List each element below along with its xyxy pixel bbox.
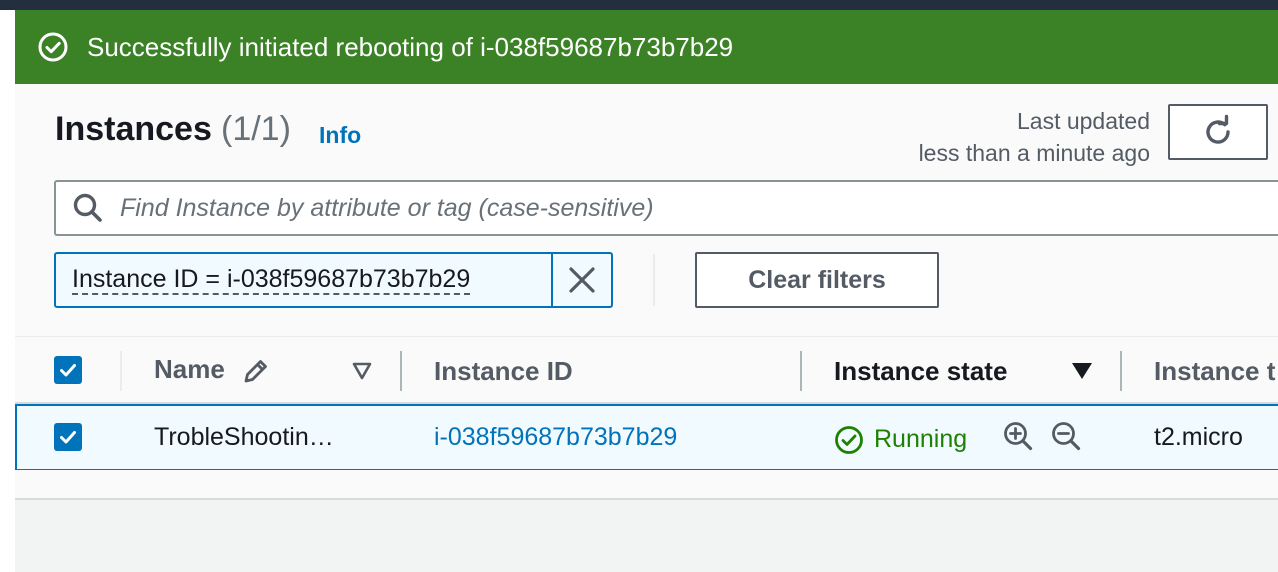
column-separator [120,351,122,391]
table-row[interactable]: TrobleShootin… i-038f59687b73b7b29 Runni… [15,404,1278,470]
success-check-icon [37,31,69,63]
column-header-instance-state[interactable]: Instance state [834,356,1007,387]
refresh-icon [1206,114,1230,144]
filter-token[interactable]: Instance ID = i-038f59687b73b7b29 [54,252,613,308]
page-title: Instances [55,110,212,148]
instance-id-link[interactable]: i-038f59687b73b7b29 [434,423,677,452]
column-header-instance-id[interactable]: Instance ID [434,356,573,387]
last-updated-value: less than a minute ago [918,140,1150,166]
filter-token-text[interactable]: Instance ID = i-038f59687b73b7b29 [56,254,553,306]
search-input[interactable] [120,193,1220,223]
page-left-edge [0,10,15,572]
select-all-checkbox[interactable] [54,356,82,384]
column-header-instance-type[interactable]: Instance t [1154,356,1275,387]
filter-token-label: Instance ID = i-038f59687b73b7b29 [72,265,471,295]
column-separator [400,351,402,391]
last-updated-label: Last updated [1016,108,1150,134]
table-header: Name Instance ID Instance state Instance… [15,336,1278,404]
zoom-out-icon[interactable] [1050,420,1082,457]
instance-type-cell: t2.micro [1154,423,1243,451]
flash-message: Successfully initiated rebooting of i-03… [87,31,734,62]
running-status-icon [834,425,864,460]
filter-divider [653,254,655,306]
refresh-button[interactable] [1168,104,1268,160]
close-icon [569,267,595,293]
instances-panel: Instances (1/1) Info Last updated less t… [15,84,1278,500]
checkmark-icon [60,364,76,377]
column-separator [1120,351,1122,391]
row-select-checkbox[interactable] [54,423,82,451]
top-navigation-bar [0,0,1278,10]
clear-filters-button[interactable]: Clear filters [695,252,939,308]
checkmark-icon [60,431,76,444]
sort-descending-outline-icon[interactable] [351,360,373,387]
zoom-in-icon[interactable] [1002,420,1034,457]
sort-descending-icon[interactable] [1071,361,1093,386]
instance-state-text: Running [874,425,968,453]
info-link[interactable]: Info [319,122,361,149]
column-separator [800,351,802,391]
remove-filter-button[interactable] [553,254,611,306]
instance-search-bar[interactable] [54,180,1278,236]
edit-pencil-icon [241,356,271,391]
column-header-name[interactable]: Name [154,354,225,385]
success-flash-banner: Successfully initiated rebooting of i-03… [15,10,1278,84]
search-icon [70,190,106,226]
instance-count: (1/1) [221,110,291,148]
instance-name-cell: TrobleShootin… [154,423,334,451]
